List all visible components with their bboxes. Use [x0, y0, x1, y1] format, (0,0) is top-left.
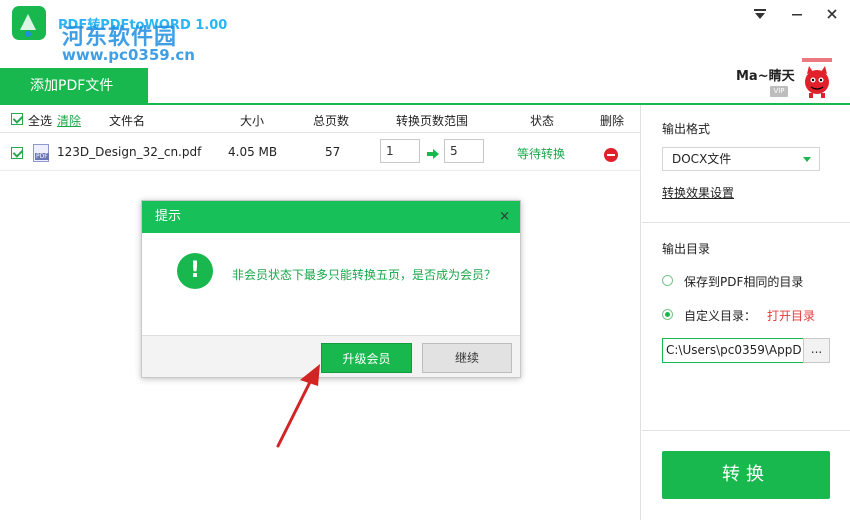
column-size: 大小 — [240, 114, 265, 128]
format-select-value: DOCX文件 — [672, 152, 732, 166]
output-dir-label: 输出目录 — [662, 242, 711, 256]
clear-link[interactable]: 清除 — [57, 112, 81, 129]
exclamation-icon: ! — [177, 253, 213, 289]
radio-same-dir-label[interactable]: 保存到PDF相同的目录 — [684, 273, 803, 290]
chevron-down-icon — [803, 157, 811, 162]
dialog-close-icon[interactable]: × — [499, 201, 510, 233]
column-status: 状态 — [530, 114, 555, 128]
table-row[interactable]: PDF 123D_Design_32_cn.pdf 4.05 MB 57 1 5… — [0, 135, 641, 171]
column-pages: 总页数 — [313, 114, 350, 128]
page-from-input[interactable]: 1 — [380, 139, 420, 163]
dialog-title: 提示 — [155, 209, 182, 224]
column-page-range: 转换页数范围 — [396, 114, 469, 128]
red-arrow-annotation — [276, 364, 320, 448]
convert-button[interactable]: 转换 — [662, 451, 830, 499]
row-pages: 57 — [325, 145, 341, 159]
column-delete: 删除 — [600, 114, 625, 128]
select-all-checkbox[interactable] — [11, 113, 23, 125]
side-divider — [642, 222, 850, 223]
upgrade-button[interactable]: 升级会员 — [321, 343, 412, 373]
prompt-dialog: 提示 × ! 非会员状态下最多只能转换五页，是否成为会员？ 升级会员 继续 — [141, 200, 521, 378]
app-logo-icon — [12, 6, 46, 40]
dialog-footer: 升级会员 继续 — [142, 335, 520, 377]
page-to-input[interactable]: 5 — [444, 139, 484, 163]
title-bar: PDF转PDFtoWORD 1.00 河东软件园 www.pc0359.cn M… — [0, 0, 850, 104]
vip-badge: VIP — [770, 86, 788, 97]
minimize-icon[interactable] — [786, 6, 808, 26]
row-size: 4.05 MB — [228, 145, 278, 159]
radio-custom-dir[interactable] — [662, 309, 673, 320]
row-status: 等待转换 — [517, 147, 566, 161]
select-all-label: 全选 — [28, 114, 53, 128]
settings-panel: 输出格式 DOCX文件 转换效果设置 输出目录 保存到PDF相同的目录 自定义目… — [642, 105, 850, 520]
radio-custom-dir-label[interactable]: 自定义目录： — [684, 307, 756, 324]
effect-settings-link[interactable]: 转换效果设置 — [662, 184, 734, 201]
open-dir-link[interactable]: 打开目录 — [767, 307, 815, 324]
column-filename: 文件名 — [109, 114, 146, 128]
avatar[interactable] — [800, 56, 834, 100]
continue-button[interactable]: 继续 — [422, 343, 512, 373]
radio-same-dir[interactable] — [662, 275, 673, 286]
output-format-label: 输出格式 — [662, 122, 711, 136]
browse-button[interactable]: ... — [803, 338, 830, 363]
arrow-right-icon — [427, 149, 439, 159]
user-name[interactable]: Ma~睛天 — [736, 65, 795, 84]
dialog-header: 提示 — [142, 201, 520, 233]
row-filename: 123D_Design_32_cn.pdf — [57, 145, 202, 159]
output-path-input[interactable]: C:\Users\pc0359\AppD — [662, 338, 804, 363]
format-select[interactable]: DOCX文件 — [662, 147, 820, 171]
pdf-file-icon: PDF — [33, 144, 49, 162]
table-header: 全选 清除 文件名 大小 总页数 转换页数范围 状态 删除 — [0, 105, 641, 133]
close-icon[interactable] — [821, 6, 843, 26]
delete-icon[interactable] — [604, 148, 618, 162]
side-divider — [642, 430, 850, 431]
add-pdf-button[interactable]: 添加PDF文件 — [0, 68, 148, 104]
watermark-url: www.pc0359.cn — [62, 46, 195, 64]
dialog-message: 非会员状态下最多只能转换五页，是否成为会员？ — [232, 268, 497, 282]
menu-icon[interactable] — [749, 6, 771, 26]
row-checkbox[interactable] — [11, 147, 23, 159]
